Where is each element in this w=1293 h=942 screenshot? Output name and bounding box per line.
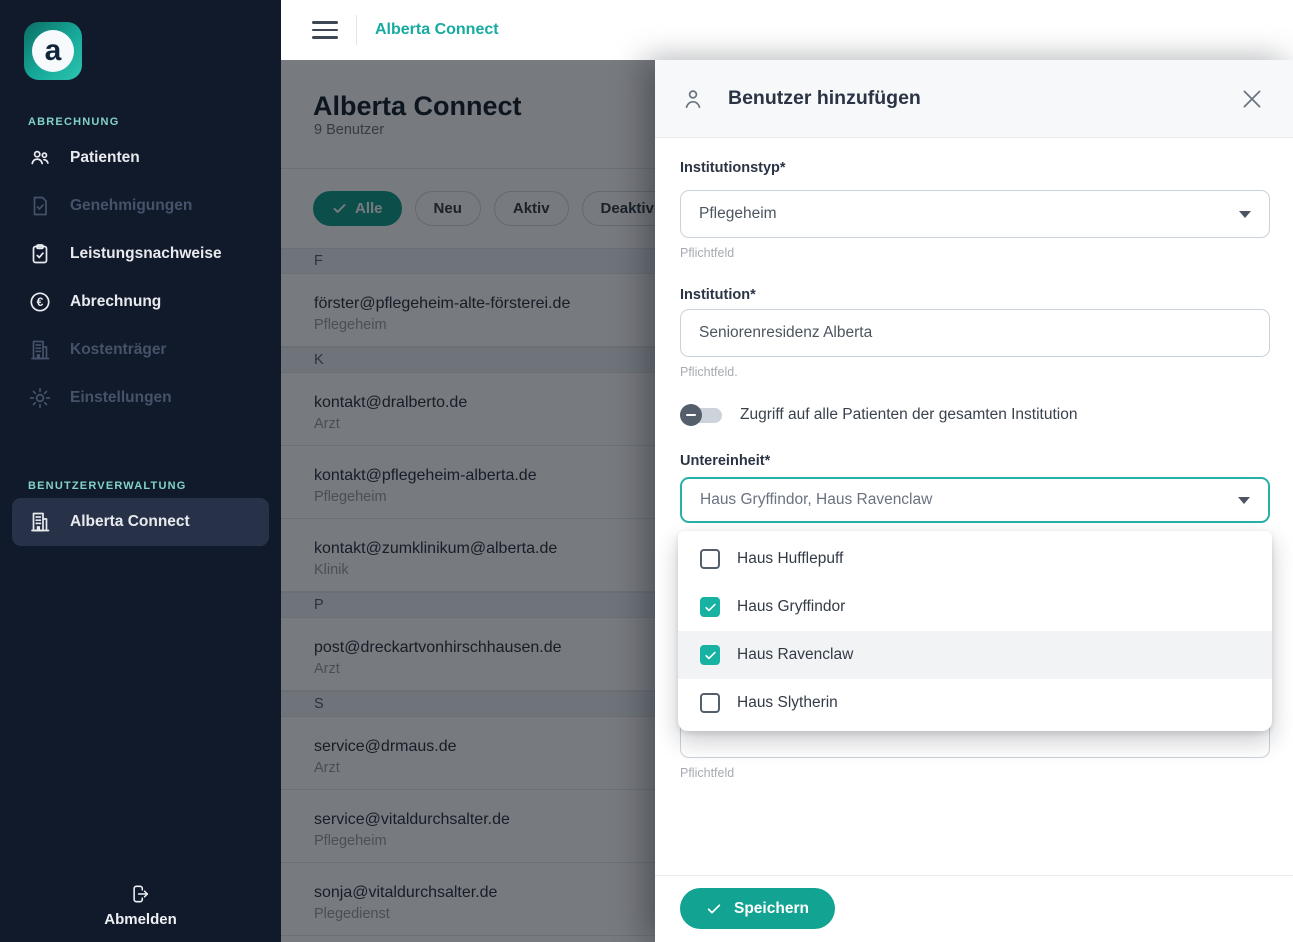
- institution-input[interactable]: Seniorenresidenz Alberta: [680, 309, 1270, 357]
- sidebar-item-einstellungen: Einstellungen: [12, 374, 269, 422]
- building-icon: [28, 338, 52, 362]
- sidebar-item-label: Patienten: [70, 149, 140, 167]
- access-toggle-row: Zugriff auf alle Patienten der gesamten …: [680, 403, 1077, 427]
- clipboard-check-icon: [28, 242, 52, 266]
- chevron-down-icon: [1239, 211, 1251, 218]
- dropdown-option-haus-ravenclaw[interactable]: Haus Ravenclaw: [678, 631, 1272, 679]
- institutionstyp-value: Pflegeheim: [699, 205, 777, 223]
- add-user-drawer: Benutzer hinzufügen Institutionstyp* Pfl…: [655, 60, 1293, 942]
- checkbox-unchecked-icon[interactable]: [700, 549, 720, 569]
- app-logo-letter: a: [32, 30, 74, 72]
- checkbox-unchecked-icon[interactable]: [700, 693, 720, 713]
- logout-label: Abmelden: [104, 911, 177, 928]
- building-icon: [28, 510, 52, 534]
- chevron-down-icon: [1238, 497, 1250, 504]
- sidebar-item-label: Alberta Connect: [70, 513, 190, 531]
- checkbox-checked-icon[interactable]: [700, 597, 720, 617]
- untereinheit-label: Untereinheit*: [680, 453, 770, 469]
- footer-divider: [655, 875, 1293, 876]
- institutionstyp-helper: Pflichtfeld: [680, 246, 734, 260]
- institutionstyp-label: Institutionstyp*: [680, 160, 786, 176]
- sidebar-item-label: Kostenträger: [70, 341, 166, 359]
- sidebar-item-leistungsnachweise[interactable]: Leistungsnachweise: [12, 230, 269, 278]
- dropdown-option-label: Haus Hufflepuff: [737, 550, 843, 568]
- dropdown-option-label: Haus Ravenclaw: [737, 646, 853, 664]
- close-icon[interactable]: [1239, 86, 1265, 112]
- institution-helper: Pflichtfeld.: [680, 365, 738, 379]
- topbar-brand[interactable]: Alberta Connect: [375, 21, 499, 39]
- sidebar-section-label: BENUTZERVERWALTUNG: [28, 480, 253, 492]
- logout-icon: [129, 883, 151, 905]
- sidebar-item-alberta-connect[interactable]: Alberta Connect: [12, 498, 269, 546]
- sidebar-item-label: Leistungsnachweise: [70, 245, 222, 263]
- dropdown-option-label: Haus Gryffindor: [737, 598, 845, 616]
- access-toggle-label: Zugriff auf alle Patienten der gesamten …: [740, 406, 1077, 424]
- institution-label: Institution*: [680, 287, 756, 303]
- euro-circle-icon: €: [28, 290, 52, 314]
- dropdown-option-label: Haus Slytherin: [737, 694, 838, 712]
- sidebar-item-label: Abrechnung: [70, 293, 161, 311]
- sidebar-item-label: Genehmigungen: [70, 197, 192, 215]
- sidebar-item-kostentr-ger: Kostenträger: [12, 326, 269, 374]
- institutionstyp-select[interactable]: Pflegeheim: [680, 190, 1270, 238]
- app-logo[interactable]: a: [24, 22, 82, 80]
- sidebar-item-abrechnung[interactable]: € Abrechnung: [12, 278, 269, 326]
- untereinheit-dropdown: Haus Hufflepuff Haus Gryffindor Haus Raven…: [678, 531, 1272, 731]
- topbar-divider: [356, 15, 357, 45]
- sidebar-item-genehmigungen: Genehmigungen: [12, 182, 269, 230]
- drawer-title: Benutzer hinzufügen: [728, 87, 921, 110]
- sidebar-item-patienten[interactable]: Patienten: [12, 134, 269, 182]
- dropdown-option-haus-hufflepuff[interactable]: Haus Hufflepuff: [678, 535, 1272, 583]
- untereinheit-helper: Pflichtfeld: [680, 766, 734, 780]
- sidebar-section-label: ABRECHNUNG: [28, 116, 253, 128]
- access-toggle[interactable]: [680, 403, 728, 427]
- document-check-icon: [28, 194, 52, 218]
- dropdown-option-haus-slytherin[interactable]: Haus Slytherin: [678, 679, 1272, 727]
- checkbox-checked-icon[interactable]: [700, 645, 720, 665]
- hamburger-menu-icon[interactable]: [312, 21, 338, 39]
- save-button[interactable]: Speichern: [680, 888, 835, 929]
- toggle-minus-icon: [680, 404, 702, 426]
- untereinheit-select[interactable]: Haus Gryffindor, Haus Ravenclaw: [680, 477, 1270, 523]
- patients-icon: [28, 146, 52, 170]
- institution-value: Seniorenresidenz Alberta: [699, 324, 872, 342]
- check-icon: [706, 901, 722, 917]
- dropdown-option-haus-gryffindor[interactable]: Haus Gryffindor: [678, 583, 1272, 631]
- sidebar-item-label: Einstellungen: [70, 389, 172, 407]
- untereinheit-value: Haus Gryffindor, Haus Ravenclaw: [700, 491, 932, 509]
- save-button-label: Speichern: [734, 900, 809, 918]
- sidebar: a ABRECHNUNG Patienten Genehmigungen Leistu…: [0, 0, 281, 942]
- drawer-header: Benutzer hinzufügen: [655, 60, 1293, 138]
- top-bar: Alberta Connect: [281, 0, 1293, 60]
- gear-icon: [28, 386, 52, 410]
- logout-button[interactable]: Abmelden: [104, 883, 177, 928]
- svg-text:€: €: [37, 295, 44, 309]
- person-icon: [681, 87, 705, 111]
